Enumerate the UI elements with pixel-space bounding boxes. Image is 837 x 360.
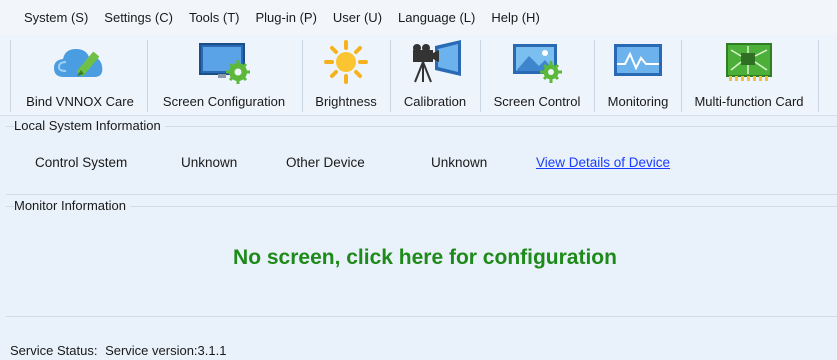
toolbar-separator bbox=[818, 40, 819, 112]
service-status-label: Service Status: bbox=[10, 343, 98, 358]
bind-vnnox-care-label: Bind VNNOX Care bbox=[26, 94, 134, 109]
screen-control-button[interactable]: Screen Control bbox=[482, 34, 592, 116]
bind-vnnox-care-button[interactable]: Bind VNNOX Care bbox=[16, 34, 144, 116]
toolbar-separator bbox=[147, 40, 148, 112]
menu-help[interactable]: Help (H) bbox=[483, 10, 547, 25]
monitor-info-title: Monitor Information bbox=[14, 198, 130, 213]
monitoring-button[interactable]: Monitoring bbox=[597, 34, 679, 116]
cloud-pen-icon bbox=[48, 40, 112, 84]
screen-configuration-label: Screen Configuration bbox=[162, 94, 286, 109]
menu-tools[interactable]: Tools (T) bbox=[181, 10, 248, 25]
monitoring-label: Monitoring bbox=[607, 94, 669, 109]
group-divider bbox=[6, 316, 837, 317]
control-system-label: Control System bbox=[35, 155, 128, 170]
menu-user[interactable]: User (U) bbox=[325, 10, 390, 25]
toolbar-separator bbox=[302, 40, 303, 112]
status-bar: Service Status: Service version:3.1.1 bbox=[10, 343, 226, 358]
screen-control-label: Screen Control bbox=[493, 94, 581, 109]
screen-configuration-button[interactable]: Screen Configuration bbox=[150, 34, 298, 116]
toolbar-separator bbox=[681, 40, 682, 112]
monitor-gear-icon bbox=[192, 40, 256, 84]
menu-system[interactable]: System (S) bbox=[16, 10, 96, 25]
waveform-monitor-icon bbox=[606, 40, 670, 84]
toolbar-separator bbox=[594, 40, 595, 112]
view-details-link[interactable]: View Details of Device bbox=[536, 155, 670, 170]
group-divider bbox=[6, 194, 837, 195]
multifunction-card-label: Multi-function Card bbox=[694, 94, 804, 109]
menu-bar: System (S) Settings (C) Tools (T) Plug-i… bbox=[0, 0, 837, 34]
calibration-button[interactable]: Calibration bbox=[392, 34, 478, 116]
other-device-label: Other Device bbox=[286, 155, 365, 170]
other-device-value: Unknown bbox=[431, 155, 488, 170]
calibration-label: Calibration bbox=[403, 94, 467, 109]
multifunction-card-button[interactable]: Multi-function Card bbox=[683, 34, 815, 116]
control-system-value: Unknown bbox=[181, 155, 238, 170]
brightness-button[interactable]: Brightness bbox=[304, 34, 388, 116]
camera-screen-icon bbox=[403, 40, 467, 84]
group-border bbox=[6, 206, 837, 207]
no-screen-configuration-link[interactable]: No screen, click here for configuration bbox=[0, 246, 837, 270]
circuit-board-icon bbox=[717, 40, 781, 84]
toolbar: Bind VNNOX Care Screen Configuration Bri… bbox=[0, 34, 837, 116]
brightness-label: Brightness bbox=[315, 94, 377, 109]
picture-gear-icon bbox=[505, 40, 569, 84]
sun-icon bbox=[314, 40, 378, 84]
menu-settings[interactable]: Settings (C) bbox=[96, 10, 181, 25]
toolbar-separator bbox=[10, 40, 11, 112]
service-version-text: Service version:3.1.1 bbox=[105, 343, 227, 358]
local-system-info-title: Local System Information bbox=[14, 118, 165, 133]
toolbar-separator bbox=[480, 40, 481, 112]
menu-language[interactable]: Language (L) bbox=[390, 10, 483, 25]
toolbar-separator bbox=[390, 40, 391, 112]
menu-plugin[interactable]: Plug-in (P) bbox=[248, 10, 325, 25]
